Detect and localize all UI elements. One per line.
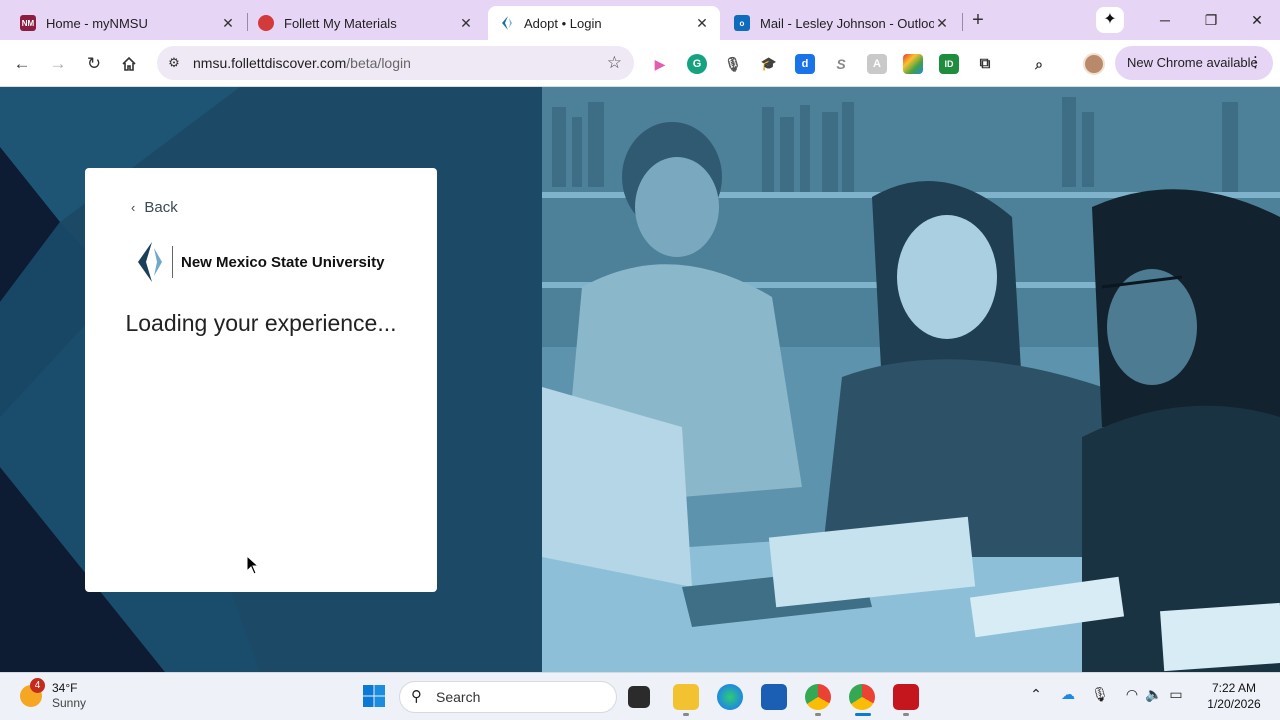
system-clock[interactable]: 7:22 AM 1/20/2026 — [1198, 680, 1270, 712]
windows-taskbar: 4 34°F Sunny ⚲ Search ⌃ ☁ 🎙 ◠ 🔈 ▭ 7:22 A… — [0, 672, 1280, 720]
nmsu-favicon-icon: NM — [20, 15, 36, 31]
login-page: ‹ Back New Mexico State University Loadi… — [0, 87, 1280, 672]
clock-date: 1/20/2026 — [1207, 697, 1261, 711]
file-explorer-icon[interactable] — [673, 684, 699, 710]
outlook-favicon-icon: o — [734, 15, 750, 31]
d-extension-icon[interactable]: d — [795, 54, 815, 74]
address-domain: nmsu.follettdiscover.com — [193, 55, 347, 71]
running-indicator — [683, 713, 689, 716]
microphone-extension-icon[interactable]: 🎙 — [723, 54, 743, 74]
tab-follett-my-materials[interactable]: Follett My Materials ✕ — [248, 6, 484, 40]
gemini-sparkle-icon[interactable]: ✦ — [1096, 7, 1124, 33]
tab-title: Mail - Lesley Johnson - Outlook — [760, 15, 934, 31]
microsoft-store-icon[interactable] — [761, 684, 787, 710]
tab-title: Follett My Materials — [284, 15, 397, 31]
nmsu-logo-icon — [138, 242, 162, 282]
weather-temp: 34°F — [52, 681, 78, 695]
students-photo — [542, 87, 1280, 672]
chrome-icon[interactable] — [805, 684, 831, 710]
chevron-up-icon[interactable]: ⌃ — [1026, 686, 1046, 703]
address-url: nmsu.follettdiscover.com/beta/login — [193, 55, 411, 71]
onedrive-cloud-icon[interactable]: ☁ — [1058, 686, 1078, 703]
tab-strip: NM Home - myNMSU ✕ Follett My Materials … — [0, 0, 1280, 40]
forward-arrow-icon[interactable]: → — [46, 52, 70, 76]
taskbar-search-box[interactable]: ⚲ Search — [399, 681, 617, 713]
tab-adopt-login[interactable]: Adopt • Login ✕ — [488, 6, 720, 40]
s-extension-icon[interactable]: S — [831, 54, 851, 74]
profile-avatar[interactable] — [1083, 53, 1105, 75]
minimize-icon[interactable]: ─ — [1150, 8, 1180, 32]
sun-icon: 4 — [20, 678, 45, 707]
close-icon[interactable]: ✕ — [934, 15, 950, 32]
grammarly-extension-icon[interactable]: G — [687, 54, 707, 74]
speaker-icon[interactable]: 🔈 — [1144, 686, 1164, 703]
acrobat-icon[interactable] — [893, 684, 919, 710]
university-brand: New Mexico State University — [134, 240, 384, 284]
window-close-icon[interactable]: ✕ — [1242, 8, 1272, 32]
mouse-pointer-icon — [246, 555, 260, 575]
back-label: Back — [144, 199, 178, 216]
color-grid-extension-icon[interactable] — [903, 54, 923, 74]
home-icon[interactable] — [117, 52, 141, 76]
site-info-icon[interactable]: ⚙ — [165, 54, 183, 72]
tab-title: Adopt • Login — [524, 15, 602, 31]
tab-title: Home - myNMSU — [46, 15, 148, 31]
new-tab-button[interactable]: + — [968, 8, 988, 32]
back-link[interactable]: ‹ Back — [131, 199, 178, 216]
hat-extension-icon[interactable]: 🎓 — [759, 54, 779, 74]
students-hero-image — [542, 87, 1280, 672]
notification-badge: 4 — [30, 678, 45, 693]
follett-favicon-icon — [258, 15, 274, 31]
pink-play-extension-icon[interactable]: ▶ — [650, 54, 670, 74]
puzzle-extension-icon[interactable]: ⧉ — [975, 54, 995, 74]
restore-icon[interactable]: ❐ — [1196, 8, 1226, 32]
weather-desc: Sunny — [52, 696, 87, 710]
chrome-profile-icon[interactable] — [849, 684, 875, 710]
browser-toolbar: ← → ↻ ⚙ nmsu.follettdiscover.com/beta/lo… — [0, 40, 1280, 87]
battery-icon[interactable]: ▭ — [1166, 686, 1186, 703]
wifi-icon[interactable]: ◠ — [1122, 686, 1142, 703]
windows-start-icon[interactable] — [362, 684, 386, 708]
bookmark-star-icon[interactable]: ☆ — [607, 53, 622, 73]
weather-widget[interactable]: 4 34°F Sunny — [20, 678, 87, 711]
reload-icon[interactable]: ↻ — [82, 52, 106, 76]
close-icon[interactable]: ✕ — [458, 15, 474, 32]
search-icon: ⚲ — [411, 688, 422, 705]
loading-message: Loading your experience... — [125, 310, 397, 336]
close-icon[interactable]: ✕ — [694, 15, 710, 32]
new-chrome-label: New Chrome available — [1127, 55, 1258, 70]
address-path: /beta/login — [346, 55, 411, 71]
back-arrow-icon[interactable]: ← — [10, 52, 34, 76]
brand-divider — [172, 246, 173, 278]
tab-home-mynmsu[interactable]: NM Home - myNMSU ✕ — [10, 6, 246, 40]
active-indicator — [855, 713, 871, 716]
running-indicator — [903, 713, 909, 716]
adopt-favicon-icon — [498, 15, 514, 31]
tab-search-icon[interactable]: ⌕ — [1029, 54, 1049, 74]
kebab-menu-icon[interactable]: ⋮ — [1248, 46, 1263, 80]
login-card: ‹ Back New Mexico State University Loadi… — [85, 168, 437, 592]
taskbar-search-label: Search — [436, 689, 481, 705]
tab-separator — [962, 13, 963, 31]
task-view-icon[interactable] — [628, 686, 650, 708]
microphone-icon[interactable]: 🎙 — [1090, 686, 1110, 703]
edge-browser-icon[interactable] — [717, 684, 743, 710]
chevron-left-icon: ‹ — [131, 200, 136, 215]
close-icon[interactable]: ✕ — [220, 15, 236, 32]
running-indicator — [815, 713, 821, 716]
address-bar[interactable]: ⚙ nmsu.follettdiscover.com/beta/login ☆ — [157, 46, 634, 80]
grey-extension-icon[interactable]: A — [867, 54, 887, 74]
tab-outlook-mail[interactable]: o Mail - Lesley Johnson - Outlook ✕ — [724, 6, 960, 40]
clock-time: 7:22 AM — [1211, 681, 1257, 695]
id-extension-icon[interactable]: ID — [939, 54, 959, 74]
university-name: New Mexico State University — [181, 253, 385, 271]
new-chrome-available-button[interactable]: New Chrome available ⋮ — [1115, 46, 1273, 80]
left-panel: ‹ Back New Mexico State University Loadi… — [0, 87, 542, 672]
